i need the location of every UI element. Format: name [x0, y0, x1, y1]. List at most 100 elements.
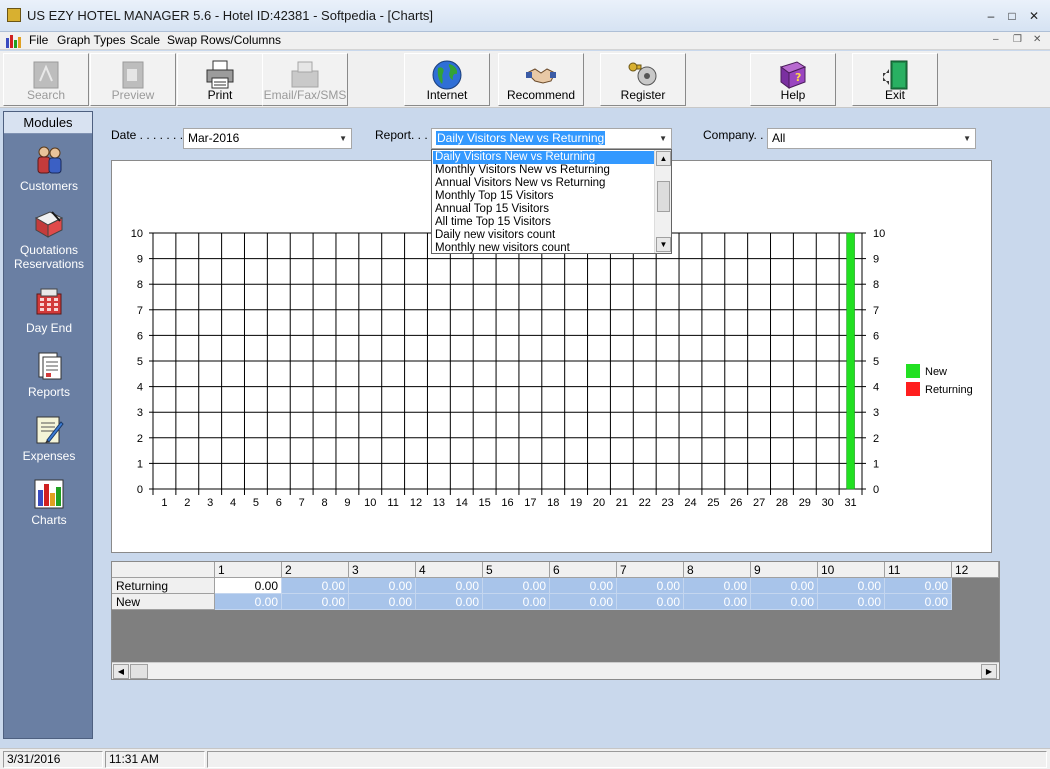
grid-column-header[interactable]: 4	[416, 562, 483, 578]
sidebar-item-day-end[interactable]: Day End	[4, 286, 94, 335]
date-select[interactable]: Mar-2016 ▼	[183, 128, 352, 149]
x-tick-label: 10	[364, 497, 376, 509]
grid-column-header[interactable]: 11	[885, 562, 952, 578]
sidebar-item-expenses[interactable]: Expenses	[4, 414, 94, 463]
grid-cell[interactable]: 0.00	[215, 578, 282, 594]
report-option[interactable]: Annual Visitors New vs Returning	[433, 177, 655, 190]
scroll-right-icon[interactable]: ▶	[981, 664, 997, 679]
grid-column-header[interactable]: 9	[751, 562, 818, 578]
menu-file[interactable]: File	[29, 33, 48, 47]
svg-text:?: ?	[795, 71, 801, 84]
menu-scale[interactable]: Scale	[130, 33, 160, 47]
report-option[interactable]: Annual Top 15 Visitors	[433, 203, 655, 216]
grid-cell[interactable]: 0.00	[349, 594, 416, 610]
exit-button[interactable]: Exit	[852, 53, 938, 106]
help-button[interactable]: ? Help	[750, 53, 836, 106]
preview-button[interactable]: Preview	[90, 53, 176, 106]
y-tick-label-right: 1	[873, 458, 879, 470]
grid-cell[interactable]: 0.00	[215, 594, 282, 610]
grid-column-header[interactable]: 10	[818, 562, 885, 578]
report-option[interactable]: Daily new visitors count	[433, 229, 655, 242]
legend-swatch-returning	[906, 382, 920, 396]
modules-sidebar: Modules Customers Quotations Reservation…	[3, 111, 93, 739]
sidebar-item-quotations-reservations[interactable]: Quotations Reservations	[4, 208, 94, 271]
grid-cell[interactable]: 0.00	[751, 578, 818, 594]
grid-cell[interactable]: 0.00	[416, 594, 483, 610]
report-option[interactable]: All time Top 15 Visitors	[433, 216, 655, 229]
grid-cell[interactable]: 0.00	[416, 578, 483, 594]
modules-header: Modules	[4, 112, 92, 134]
menu-swap-rows-columns[interactable]: Swap Rows/Columns	[167, 33, 281, 47]
scroll-thumb[interactable]	[657, 181, 670, 212]
grid-horizontal-scrollbar[interactable]: ◀ ▶	[112, 662, 999, 679]
x-tick-label: 19	[570, 497, 582, 509]
dropdown-scrollbar[interactable]: ▲ ▼	[654, 150, 671, 253]
email-fax-sms-button[interactable]: Email/Fax/SMS	[262, 53, 348, 106]
grid-cell[interactable]: 0.00	[550, 594, 617, 610]
grid-column-header[interactable]: 6	[550, 562, 617, 578]
preview-icon	[122, 61, 144, 89]
minimize-button[interactable]: –	[980, 8, 1002, 24]
x-tick-label: 27	[753, 497, 765, 509]
reservations-book-icon	[34, 211, 64, 238]
company-select[interactable]: All ▼	[767, 128, 976, 149]
scroll-up-icon[interactable]: ▲	[656, 151, 671, 166]
scroll-down-icon[interactable]: ▼	[656, 237, 671, 252]
search-button[interactable]: Search	[3, 53, 89, 106]
scroll-left-icon[interactable]: ◀	[113, 664, 129, 679]
grid-cell[interactable]: 0.00	[550, 578, 617, 594]
grid-column-header[interactable]: 2	[282, 562, 349, 578]
register-button[interactable]: Register	[600, 53, 686, 106]
internet-button[interactable]: Internet	[404, 53, 490, 106]
report-option[interactable]: Monthly new visitors count	[433, 242, 655, 255]
grid-cell[interactable]: 0.00	[617, 578, 684, 594]
y-tick-label-left: 1	[137, 458, 143, 470]
report-dropdown-list[interactable]: Daily Visitors New vs Returning Monthly V…	[431, 149, 672, 254]
grid-column-header[interactable]: 7	[617, 562, 684, 578]
mdi-minimize-button[interactable]: –	[993, 34, 999, 45]
print-button[interactable]: Print	[177, 53, 263, 106]
customers-icon	[37, 146, 62, 174]
sidebar-item-reports[interactable]: Reports	[4, 350, 94, 399]
menu-bar: File Graph Types Scale Swap Rows/Columns…	[0, 32, 1050, 50]
grid-cell[interactable]: 0.00	[483, 578, 550, 594]
grid-cell[interactable]: 0.00	[483, 594, 550, 610]
report-option[interactable]: Daily Visitors New vs Returning	[433, 151, 655, 164]
grid-cell[interactable]: 0.00	[885, 594, 952, 610]
grid-cell[interactable]: 0.00	[818, 578, 885, 594]
title-bar: US EZY HOTEL MANAGER 5.6 - Hotel ID:4238…	[0, 0, 1050, 32]
grid-column-header[interactable]: 1	[215, 562, 282, 578]
grid-row-header[interactable]: New	[112, 594, 215, 610]
grid-row-header[interactable]: Returning	[112, 578, 215, 594]
grid-cell[interactable]: 0.00	[684, 594, 751, 610]
grid-column-header[interactable]: 5	[483, 562, 550, 578]
mdi-restore-button[interactable]: ❐	[1013, 34, 1022, 45]
close-button[interactable]: ✕	[1023, 8, 1045, 24]
mdi-close-button[interactable]: ✕	[1033, 34, 1041, 45]
grid-cell[interactable]: 0.00	[282, 578, 349, 594]
grid-cell[interactable]: 0.00	[282, 594, 349, 610]
grid-cell[interactable]: 0.00	[818, 594, 885, 610]
menu-graph-types[interactable]: Graph Types	[57, 33, 125, 47]
x-tick-label: 11	[387, 497, 398, 509]
grid-column-header[interactable]: 12	[952, 562, 999, 578]
report-option[interactable]: Monthly Visitors New vs Returning	[433, 164, 655, 177]
report-select[interactable]: Daily Visitors New vs Returning ▼	[431, 128, 672, 149]
scroll-thumb[interactable]	[130, 664, 148, 679]
grid-cell[interactable]: 0.00	[751, 594, 818, 610]
grid-cell[interactable]: 0.00	[349, 578, 416, 594]
maximize-button[interactable]: □	[1001, 8, 1023, 24]
grid-column-header[interactable]: 3	[349, 562, 416, 578]
grid-cell[interactable]: 0.00	[684, 578, 751, 594]
sidebar-item-charts[interactable]: Charts	[4, 478, 94, 527]
grid-column-header[interactable]: 8	[684, 562, 751, 578]
y-tick-label-left: 10	[131, 228, 143, 240]
y-tick-label-left: 8	[137, 279, 143, 291]
x-tick-label: 30	[822, 497, 834, 509]
sidebar-item-customers[interactable]: Customers	[4, 144, 94, 193]
help-book-icon: ?	[779, 61, 807, 89]
report-option[interactable]: Monthly Top 15 Visitors	[433, 190, 655, 203]
grid-cell[interactable]: 0.00	[617, 594, 684, 610]
grid-cell[interactable]: 0.00	[885, 578, 952, 594]
recommend-button[interactable]: Recommend	[498, 53, 584, 106]
